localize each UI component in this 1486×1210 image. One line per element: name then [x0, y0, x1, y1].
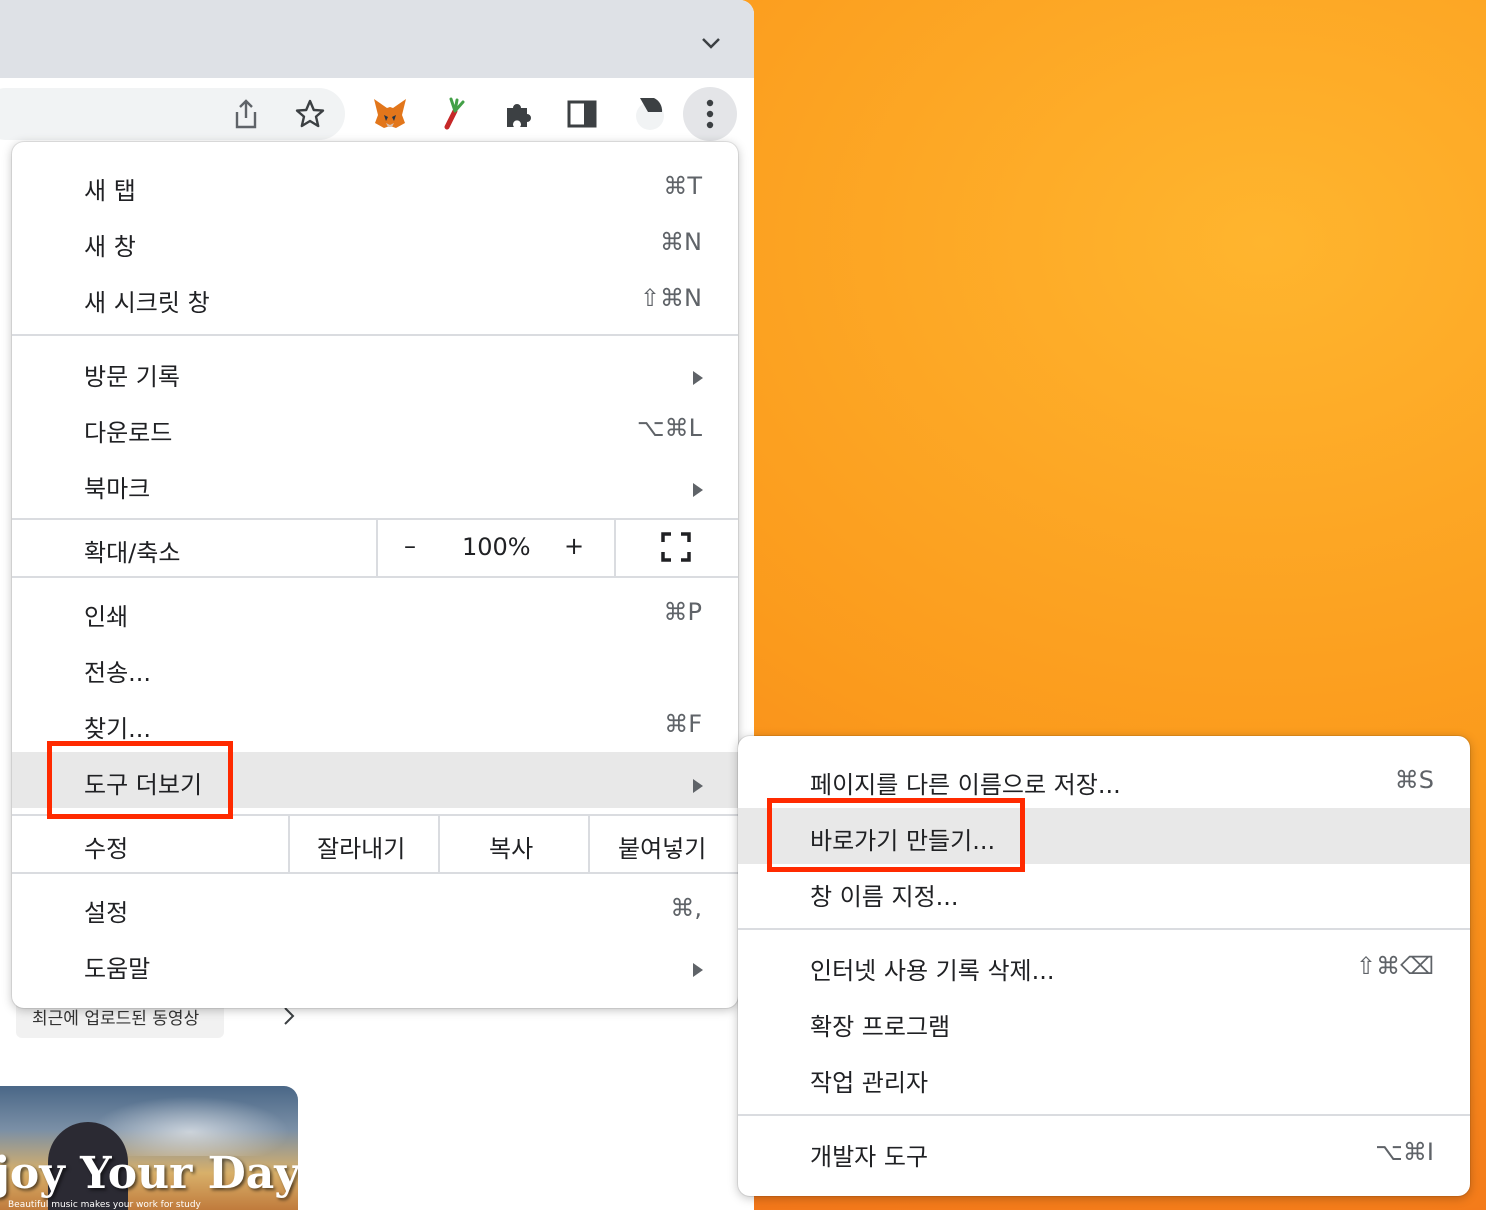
- menu-separator: [738, 1114, 1470, 1116]
- edit-label: 수정: [84, 835, 129, 863]
- highlight-box-create-shortcut: [767, 798, 1025, 872]
- submenu-arrow-icon: [692, 476, 704, 504]
- menu-item-print[interactable]: 인쇄 ⌘P: [12, 584, 738, 640]
- chrome-main-menu: 새 탭 ⌘T 새 창 ⌘N 새 시크릿 창 ⇧⌘N 방문 기록 다운로드 ⌥⌘L…: [12, 142, 738, 1008]
- tab-search-chevron-down-icon[interactable]: [698, 30, 724, 56]
- submenu-item-clear-browsing-data[interactable]: 인터넷 사용 기록 삭제... ⇧⌘⌫: [738, 938, 1470, 994]
- more-menu-button[interactable]: [683, 87, 737, 141]
- extension-leek-icon[interactable]: [434, 94, 474, 134]
- menu-item-new-window[interactable]: 새 창 ⌘N: [12, 214, 738, 270]
- profile-avatar-icon[interactable]: [628, 94, 668, 134]
- menu-item-bookmarks[interactable]: 북마크: [12, 456, 738, 512]
- zoom-label: 확대/축소: [84, 539, 181, 567]
- submenu-arrow-icon: [692, 956, 704, 984]
- share-icon[interactable]: [226, 94, 266, 134]
- video-thumbnail[interactable]: joy Your Day Beautiful music makes your …: [0, 1086, 298, 1210]
- zoom-out-button[interactable]: –: [404, 532, 416, 560]
- metamask-fox-icon[interactable]: [370, 94, 410, 134]
- zoom-level: 100%: [462, 533, 531, 561]
- highlight-box-more-tools: [47, 741, 233, 819]
- submenu-item-name-window[interactable]: 창 이름 지정...: [738, 864, 1470, 920]
- menu-separator: [12, 334, 738, 336]
- zoom-in-button[interactable]: +: [564, 532, 584, 560]
- tab-strip: [0, 0, 754, 78]
- fullscreen-icon[interactable]: [661, 532, 691, 568]
- submenu-arrow-icon: [692, 364, 704, 392]
- side-panel-icon[interactable]: [562, 94, 602, 134]
- paste-button[interactable]: 붙여넣기: [618, 829, 706, 864]
- more-menu-icon: [706, 99, 714, 129]
- browser-toolbar: [0, 78, 754, 152]
- submenu-item-developer-tools[interactable]: 개발자 도구 ⌥⌘I: [738, 1124, 1470, 1180]
- copy-button[interactable]: 복사: [489, 829, 533, 864]
- menu-item-help[interactable]: 도움말: [12, 936, 738, 992]
- thumbnail-title: joy Your Day: [0, 1148, 298, 1199]
- menu-item-settings[interactable]: 설정 ⌘,: [12, 880, 738, 936]
- submenu-item-extensions[interactable]: 확장 프로그램: [738, 994, 1470, 1050]
- bookmark-star-icon[interactable]: [290, 94, 330, 134]
- menu-item-new-incognito-window[interactable]: 새 시크릿 창 ⇧⌘N: [12, 270, 738, 326]
- cut-button[interactable]: 잘라내기: [317, 829, 405, 864]
- menu-separator: [738, 928, 1470, 930]
- submenu-arrow-icon: [692, 772, 704, 800]
- menu-item-history[interactable]: 방문 기록: [12, 344, 738, 400]
- chevron-right-icon[interactable]: [282, 1004, 296, 1032]
- edit-row: 수정 잘라내기 복사 붙여넣기: [12, 816, 738, 872]
- menu-item-new-tab[interactable]: 새 탭 ⌘T: [12, 158, 738, 214]
- menu-item-downloads[interactable]: 다운로드 ⌥⌘L: [12, 400, 738, 456]
- menu-separator: [12, 576, 738, 578]
- menu-item-cast[interactable]: 전송...: [12, 640, 738, 696]
- zoom-row: 확대/축소 – 100% +: [12, 520, 738, 576]
- thumbnail-subtitle: Beautiful music makes your work for stud…: [8, 1200, 201, 1210]
- extensions-puzzle-icon[interactable]: [498, 94, 538, 134]
- menu-separator: [12, 872, 738, 874]
- submenu-item-task-manager[interactable]: 작업 관리자: [738, 1050, 1470, 1106]
